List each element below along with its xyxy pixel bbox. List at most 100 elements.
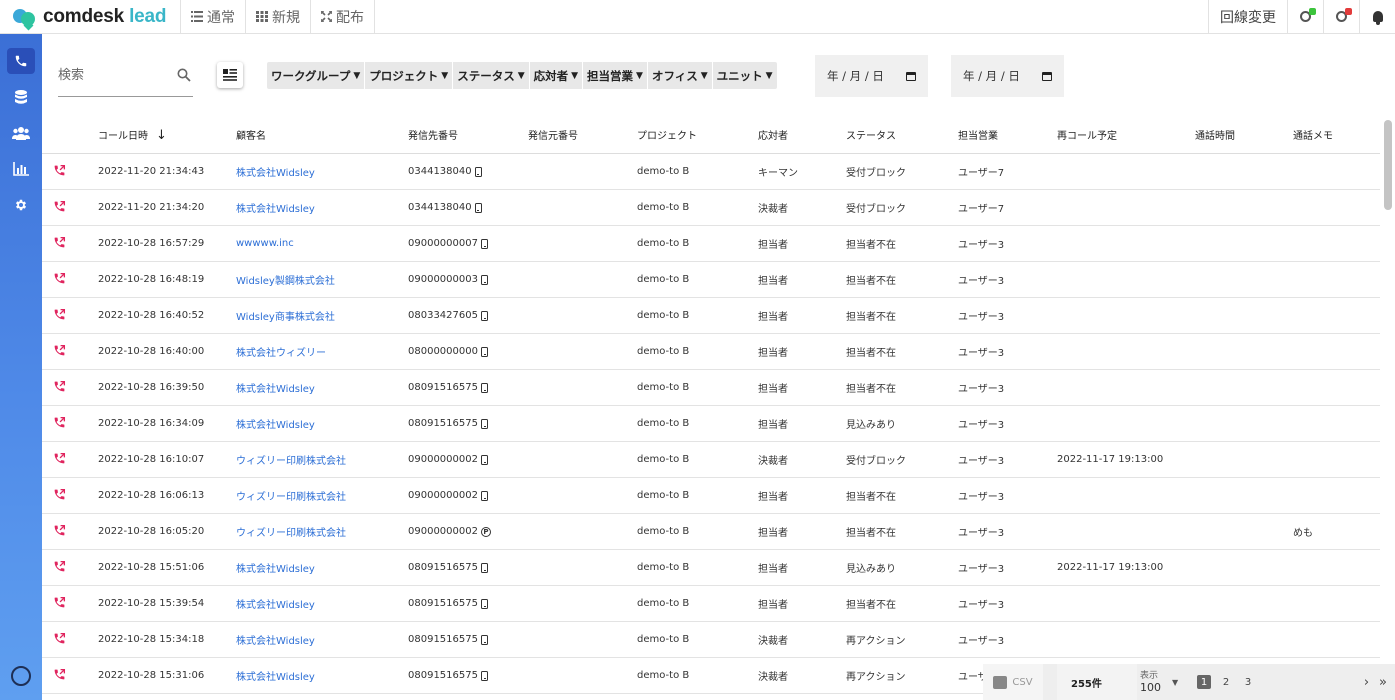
csv-download-button[interactable]: CSV (983, 664, 1043, 700)
customer-cell[interactable]: 株式会社Widsley (236, 416, 408, 431)
responder-cell: 担当者 (758, 600, 788, 611)
header-from-number[interactable]: 発信元番号 (528, 127, 637, 142)
table-row[interactable]: 2022-10-28 16:40:00 株式会社ウィズリー 08000000000 d… (42, 334, 1380, 370)
record-count: 255件 (1057, 664, 1137, 700)
header-status[interactable]: ステータス (846, 127, 958, 142)
call-type-cell (42, 560, 98, 576)
table-row[interactable]: 2022-10-28 15:34:18 株式会社Widsley 0809151657… (42, 622, 1380, 658)
sidebar-item-database[interactable] (0, 79, 42, 115)
customer-cell[interactable]: wwwww.inc (236, 238, 408, 249)
table-row[interactable]: 2022-10-28 15:51:06 株式会社Widsley 0809151657… (42, 550, 1380, 586)
datetime-cell: 2022-10-28 16:06:13 (98, 490, 205, 501)
account-icon[interactable] (11, 666, 31, 686)
header-sales[interactable]: 担当営業 (958, 127, 1057, 142)
chevron-down-icon: ▼ (571, 70, 579, 81)
customer-cell[interactable]: ウィズリー印刷株式会社 (236, 488, 408, 503)
last-page-icon[interactable]: » (1379, 675, 1387, 690)
table-row[interactable]: 2022-10-28 16:48:19 Widsley製鋼株式会社 09000000… (42, 262, 1380, 298)
customer-cell[interactable]: 株式会社Widsley (236, 560, 408, 575)
chevron-down-icon: ▼ (765, 70, 773, 81)
to-number-cell: 08091516575 (408, 562, 528, 573)
project-cell: demo-to B (637, 346, 690, 357)
customer-cell[interactable]: ウィズリー印刷株式会社 (236, 524, 408, 539)
page-button-2[interactable]: 2 (1219, 675, 1233, 689)
tab-new[interactable]: 新規 (246, 0, 311, 34)
tab-distribute[interactable]: 配布 (311, 0, 375, 34)
header-responder[interactable]: 応対者 (758, 127, 846, 142)
column-settings-button[interactable] (217, 62, 243, 88)
filter-unit[interactable]: ユニット ▼ (713, 62, 777, 89)
header-memo[interactable]: 通話メモ (1293, 127, 1380, 142)
distribute-icon (321, 11, 332, 22)
project-cell: demo-to B (637, 634, 690, 645)
filter-office[interactable]: オフィス ▼ (648, 62, 713, 89)
sidebar-item-users[interactable] (0, 115, 42, 151)
calendar-icon[interactable] (906, 71, 916, 81)
customer-cell[interactable]: Widsley製鋼株式会社 (236, 272, 408, 287)
table-row[interactable]: 2022-11-20 21:34:20 株式会社Widsley 0344138040… (42, 190, 1380, 226)
table-row[interactable]: 2022-11-20 21:34:43 株式会社Widsley 0344138040… (42, 154, 1380, 190)
mobile-phone-icon (474, 202, 482, 213)
table-row[interactable]: 2022-10-28 15:39:54 株式会社Widsley 0809151657… (42, 586, 1380, 622)
table-row[interactable]: 2022-10-28 16:34:09 株式会社Widsley 0809151657… (42, 406, 1380, 442)
tab-normal[interactable]: 通常 (181, 0, 246, 34)
page-button-3[interactable]: 3 (1241, 675, 1255, 689)
search-icon[interactable] (177, 68, 191, 82)
app-logo[interactable]: comdesk lead (0, 0, 181, 34)
filter-workgroup[interactable]: ワークグループ ▼ (267, 62, 366, 89)
responder-cell: キーマン (758, 168, 798, 179)
status-indicator-green[interactable] (1287, 0, 1323, 34)
customer-cell[interactable]: 株式会社ウィズリー (236, 344, 408, 359)
header-datetime[interactable]: コール日時 ↓ (98, 127, 236, 143)
status-indicator-red[interactable] (1323, 0, 1359, 34)
table-row[interactable]: 2022-10-28 16:57:29 wwwww.inc 09000000007 d… (42, 226, 1380, 262)
line-change-button[interactable]: 回線変更 (1208, 0, 1287, 34)
customer-cell[interactable]: 株式会社Widsley (236, 632, 408, 647)
status-cell: 担当者不在 (846, 492, 896, 503)
page-list: 1 2 3 (1197, 675, 1255, 689)
customer-cell[interactable]: 株式会社Widsley (236, 200, 408, 215)
header-project[interactable]: プロジェクト (637, 127, 758, 142)
vertical-scrollbar[interactable] (1384, 120, 1392, 210)
filter-workgroup-label: ワークグループ (271, 68, 351, 83)
chevron-down-icon: ▼ (700, 70, 708, 81)
filter-status[interactable]: ステータス ▼ (453, 62, 530, 89)
sort-desc-icon[interactable]: ↓ (156, 128, 167, 143)
header-recall[interactable]: 再コール予定 (1057, 127, 1195, 142)
customer-cell[interactable]: 株式会社Widsley (236, 164, 408, 179)
next-page-icon[interactable]: › (1364, 675, 1369, 690)
filter-responder[interactable]: 応対者 ▼ (530, 62, 584, 89)
chevron-down-icon: ▼ (441, 70, 449, 81)
customer-cell[interactable]: 株式会社Widsley (236, 668, 408, 683)
header-duration[interactable]: 通話時間 (1195, 127, 1293, 142)
page-nav: › » (1364, 675, 1395, 690)
customer-cell[interactable]: Widsley商事株式会社 (236, 308, 408, 323)
table-row[interactable]: 2022-10-28 16:40:52 Widsley商事株式会社 08033427… (42, 298, 1380, 334)
customer-cell[interactable]: 株式会社Widsley (236, 380, 408, 395)
sidebar-item-calls[interactable] (0, 43, 42, 79)
sidebar-item-settings[interactable] (0, 187, 42, 223)
sales-cell: ユーザー3 (958, 492, 1005, 503)
sidebar-item-reports[interactable] (0, 151, 42, 187)
header-customer[interactable]: 顧客名 (236, 127, 408, 142)
customer-cell[interactable]: 株式会社Widsley (236, 596, 408, 611)
filter-project[interactable]: プロジェクト ▼ (365, 62, 454, 89)
table-row[interactable]: 2022-10-28 16:39:50 株式会社Widsley 0809151657… (42, 370, 1380, 406)
table-row[interactable]: 2022-10-28 16:06:13 ウィズリー印刷株式会社 0900000000… (42, 478, 1380, 514)
date-from-input[interactable]: 年 / 月 / 日 (815, 55, 928, 97)
per-page-select[interactable]: 表示 100 ▼ (1137, 664, 1197, 700)
filter-sales[interactable]: 担当営業 ▼ (583, 62, 648, 89)
calendar-icon[interactable] (1042, 71, 1052, 81)
to-number-cell: 09000000002 (408, 454, 528, 465)
sales-cell: ユーザー3 (958, 384, 1005, 395)
sidebar (0, 34, 42, 700)
notifications-button[interactable] (1359, 0, 1395, 34)
page-button-1[interactable]: 1 (1197, 675, 1211, 689)
date-to-input[interactable]: 年 / 月 / 日 (951, 55, 1064, 97)
search-input[interactable] (58, 60, 168, 90)
header-to-number[interactable]: 発信先番号 (408, 127, 528, 142)
table-row[interactable]: 2022-10-28 16:10:07 ウィズリー印刷株式会社 0900000000… (42, 442, 1380, 478)
column-list-icon (223, 69, 237, 81)
table-row[interactable]: 2022-10-28 16:05:20 ウィズリー印刷株式会社 0900000000… (42, 514, 1380, 550)
customer-cell[interactable]: ウィズリー印刷株式会社 (236, 452, 408, 467)
